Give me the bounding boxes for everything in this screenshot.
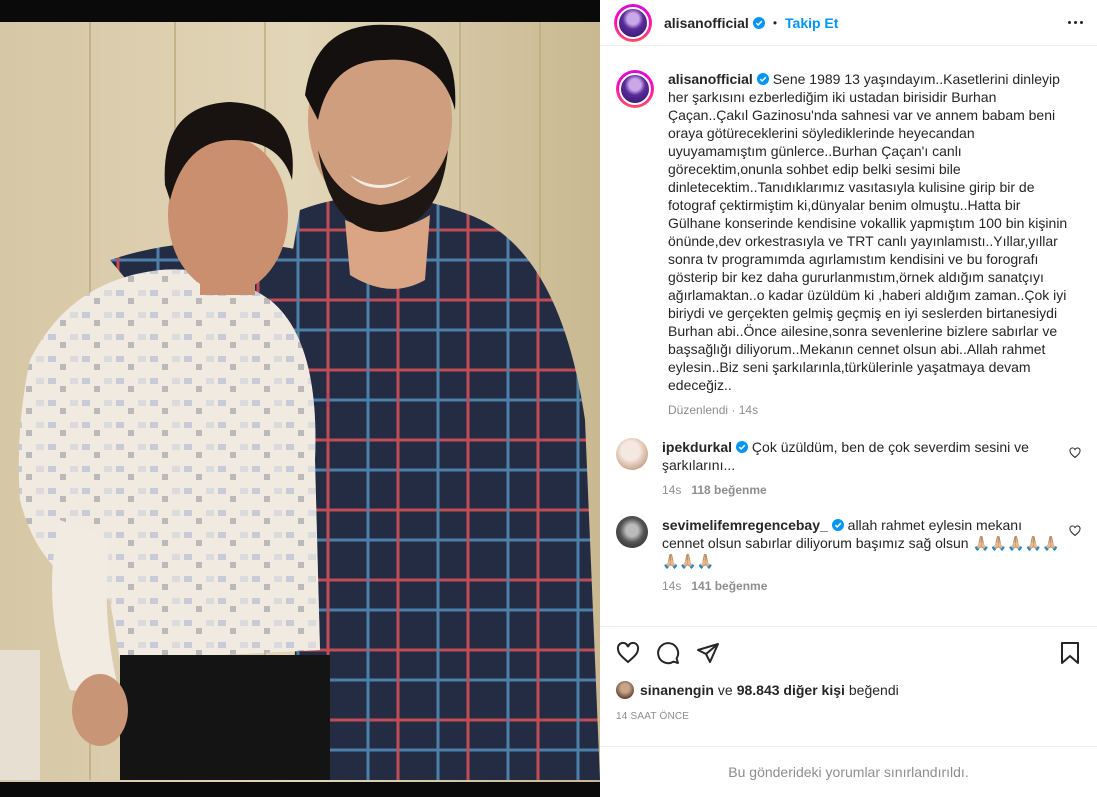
comment-meta: 14s 118 beğenme xyxy=(662,482,1062,498)
separator-dot: • xyxy=(772,15,778,30)
action-bar xyxy=(616,639,1081,667)
verified-badge-icon xyxy=(831,519,844,531)
avatar[interactable] xyxy=(616,681,634,699)
comments-restricted-notice: Bu gönderideki yorumlar sınırlandırıldı. xyxy=(600,746,1097,797)
follow-button[interactable]: Takip Et xyxy=(785,15,838,31)
verified-badge-icon xyxy=(752,16,765,29)
liked-by-username[interactable]: sinanengin xyxy=(640,682,714,698)
heart-icon[interactable] xyxy=(1069,447,1081,459)
post-detail-panel: alisanofficial • Takip Et alisanofficial… xyxy=(600,0,1097,797)
comment-username[interactable]: sevimelifemregencebay_ xyxy=(662,517,828,533)
comment-likes[interactable]: 118 beğenme xyxy=(691,483,766,497)
comment-icon[interactable] xyxy=(656,641,680,665)
post-caption: alisanofficial Sene 1989 13 yaşındayım..… xyxy=(616,70,1081,418)
caption-meta: Düzenlendi · 14s xyxy=(668,403,759,417)
heart-icon[interactable] xyxy=(616,641,640,665)
edited-label: Düzenlendi xyxy=(668,403,729,417)
avatar[interactable] xyxy=(616,516,648,548)
verified-badge-icon xyxy=(736,441,749,453)
comment-time[interactable]: 14s xyxy=(662,483,681,497)
paper-plane-icon[interactable] xyxy=(696,641,720,665)
comments-list: alisanofficial Sene 1989 13 yaşındayım..… xyxy=(600,56,1097,626)
verified-badge-icon xyxy=(756,73,769,85)
comment-time[interactable]: 14s xyxy=(662,579,681,593)
post-photo xyxy=(0,0,600,797)
liked-suffix-text: beğendi xyxy=(848,682,899,698)
list-item: sevimelifemregencebay_ allah rahmet eyle… xyxy=(616,516,1081,594)
caption-username[interactable]: alisanofficial xyxy=(668,71,753,87)
likes-summary: sinanengin ve 98.843 diğer kişi beğendi xyxy=(616,681,1081,699)
post-time-ago[interactable]: 14 SAAT ÖNCE xyxy=(616,711,1081,722)
avatar[interactable] xyxy=(616,438,648,470)
post-actions: sinanengin ve 98.843 diğer kişi beğendi … xyxy=(600,626,1097,722)
avatar[interactable] xyxy=(616,70,654,108)
avatar[interactable] xyxy=(614,3,652,42)
liked-others-count[interactable]: 98.843 diğer kişi xyxy=(737,682,845,698)
more-options-icon[interactable] xyxy=(1068,21,1083,24)
heart-icon[interactable] xyxy=(1069,525,1081,537)
header-username[interactable]: alisanofficial xyxy=(664,15,749,31)
post-header: alisanofficial • Takip Et xyxy=(600,0,1097,46)
comment-likes[interactable]: 141 beğenme xyxy=(691,579,767,593)
comment-meta: 14s 141 beğenme xyxy=(662,578,1062,594)
caption-text: Sene 1989 13 yaşındayım..Kasetlerini din… xyxy=(668,71,1068,393)
photo-illustration xyxy=(0,0,600,797)
liked-and-text: ve xyxy=(717,682,733,698)
list-item: ipekdurkal Çok üzüldüm, ben de çok sever… xyxy=(616,438,1081,498)
comment-username[interactable]: ipekdurkal xyxy=(662,439,732,455)
bookmark-icon[interactable] xyxy=(1059,641,1081,665)
caption-time[interactable]: 14s xyxy=(739,403,758,417)
